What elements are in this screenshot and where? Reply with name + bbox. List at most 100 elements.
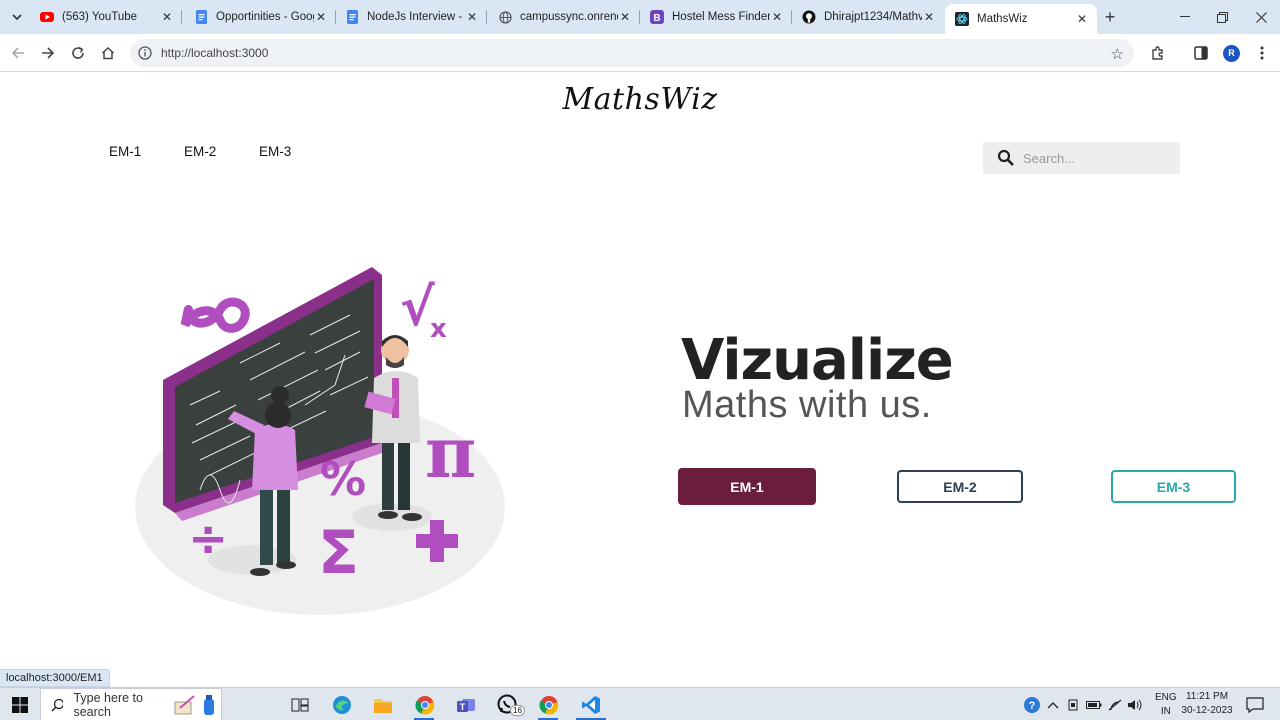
tab-title: (563) YouTube [62, 11, 138, 23]
svg-text:%: % [320, 452, 366, 506]
search-icon [997, 149, 1014, 166]
puzzle-icon [1152, 46, 1163, 60]
close-icon [1255, 11, 1267, 23]
notification-icon [1246, 697, 1264, 713]
em3-button[interactable]: EM-3 [1111, 470, 1236, 503]
taskbar-edge[interactable] [330, 693, 354, 717]
taskbar-chrome[interactable] [413, 693, 437, 717]
chrome-icon [415, 696, 435, 715]
folder-icon [374, 699, 392, 713]
extensions-button[interactable] [1147, 42, 1169, 64]
close-icon[interactable]: ✕ [314, 10, 328, 24]
battery-icon[interactable] [1086, 700, 1102, 710]
tab-mathswiz[interactable]: MathsWiz ✕ [945, 4, 1097, 34]
profile-avatar[interactable]: R [1223, 45, 1240, 62]
tab-opportunities[interactable]: Opportinities - Googl ✕ [184, 0, 336, 34]
tab-title: NodeJs Interview - G [367, 11, 465, 23]
tab-title: Hostel Mess Finder [672, 11, 770, 23]
taskbar-search-box[interactable]: Type here to search [40, 688, 222, 720]
taskbar-chrome-2[interactable] [537, 693, 561, 717]
search-box [983, 142, 1180, 174]
globe-icon [498, 10, 512, 24]
task-view-icon [291, 698, 309, 712]
clock[interactable]: 11:21 PM 30-12-2023 [1172, 690, 1242, 718]
windows-taskbar: Type here to search T 16 ? ENG IN 11:21 … [0, 687, 1280, 720]
close-icon[interactable]: ✕ [160, 10, 174, 24]
star-icon[interactable]: ☆ [1111, 45, 1124, 63]
reload-button[interactable] [67, 42, 89, 64]
maximize-button[interactable] [1203, 0, 1241, 34]
chevron-down-icon [12, 13, 22, 20]
search-input[interactable] [1023, 150, 1163, 166]
side-panel-button[interactable] [1190, 42, 1212, 64]
svg-text:Σ: Σ [318, 518, 359, 588]
em2-button[interactable]: EM-2 [897, 470, 1023, 503]
device-icon[interactable] [1067, 698, 1079, 712]
minimize-icon [1180, 16, 1190, 17]
kebab-menu-icon [1260, 46, 1264, 60]
address-bar[interactable]: http://localhost:3000 ☆ [130, 39, 1134, 67]
taskbar-file-explorer[interactable] [371, 693, 395, 717]
arrow-right-icon [42, 47, 55, 59]
taskbar-vscode[interactable] [579, 693, 603, 717]
vscode-icon [582, 696, 600, 714]
forward-button[interactable] [37, 42, 59, 64]
reload-icon [72, 46, 84, 59]
task-view-button[interactable] [288, 693, 312, 717]
tab-search-button[interactable] [6, 7, 28, 27]
bootstrap-icon: B [650, 10, 664, 24]
back-button[interactable] [7, 42, 29, 64]
taskbar-search-placeholder: Type here to search [73, 690, 143, 719]
site-logo[interactable]: MathsWiz [560, 82, 720, 117]
svg-text:?: ? [1029, 700, 1036, 712]
svg-text:÷: ÷ [188, 511, 228, 567]
bottle-icon [204, 694, 215, 715]
tab-nodejs-interview[interactable]: NodeJs Interview - G ✕ [335, 0, 487, 34]
help-icon[interactable]: ? [1023, 696, 1041, 714]
notepad-icon [174, 694, 195, 714]
close-icon[interactable]: ✕ [770, 10, 784, 24]
tab-github[interactable]: Dhirajpt1234/Mathv ✕ [792, 0, 944, 34]
close-icon[interactable]: ✕ [922, 10, 936, 24]
nav-link-em1[interactable]: EM-1 [109, 144, 141, 159]
svg-text:T: T [460, 702, 466, 712]
tab-title: MathsWiz [977, 13, 1028, 25]
close-window-button[interactable] [1242, 0, 1280, 34]
youtube-icon [40, 10, 54, 24]
status-url: localhost:3000/EM1 [0, 669, 110, 687]
svg-text:B: B [653, 13, 660, 24]
chevron-up-icon[interactable] [1047, 700, 1059, 710]
close-icon[interactable]: ✕ [465, 10, 479, 24]
new-tab-button[interactable]: + [1100, 7, 1120, 27]
info-icon[interactable] [138, 46, 152, 60]
minimize-button[interactable] [1166, 0, 1204, 34]
close-icon[interactable]: ✕ [618, 10, 632, 24]
whatsapp-badge: 16 [510, 705, 525, 716]
side-panel-icon [1194, 46, 1208, 60]
close-icon[interactable]: ✕ [1075, 12, 1089, 26]
tab-hostel-mess-finder[interactable]: B Hostel Mess Finder ✕ [640, 0, 792, 34]
nav-link-em3[interactable]: EM-3 [259, 144, 291, 159]
clock-time: 11:21 PM [1185, 691, 1229, 702]
teams-icon: T [457, 699, 475, 712]
nav-link-em2[interactable]: EM-2 [184, 144, 216, 159]
browser-menu-button[interactable] [1251, 42, 1273, 64]
wifi-icon[interactable] [1107, 698, 1123, 712]
tab-campussync[interactable]: campussync.onrende ✕ [488, 0, 640, 34]
edge-icon [333, 696, 351, 714]
chrome-icon [539, 696, 559, 715]
taskbar-whatsapp[interactable]: 16 [496, 693, 525, 717]
windows-logo-icon [12, 697, 28, 713]
notifications-button[interactable] [1243, 693, 1267, 717]
taskbar-teams[interactable]: T [454, 693, 478, 717]
arrow-left-icon [11, 47, 24, 59]
volume-icon[interactable] [1127, 698, 1143, 712]
search-icon [51, 698, 64, 712]
home-button[interactable] [97, 42, 119, 64]
restore-icon [1216, 11, 1228, 23]
em1-button[interactable]: EM-1 [678, 468, 816, 505]
start-button[interactable] [8, 693, 32, 717]
tab-youtube[interactable]: (563) YouTube ✕ [30, 0, 182, 34]
url-text: http://localhost:3000 [161, 46, 269, 60]
react-icon [955, 12, 969, 26]
